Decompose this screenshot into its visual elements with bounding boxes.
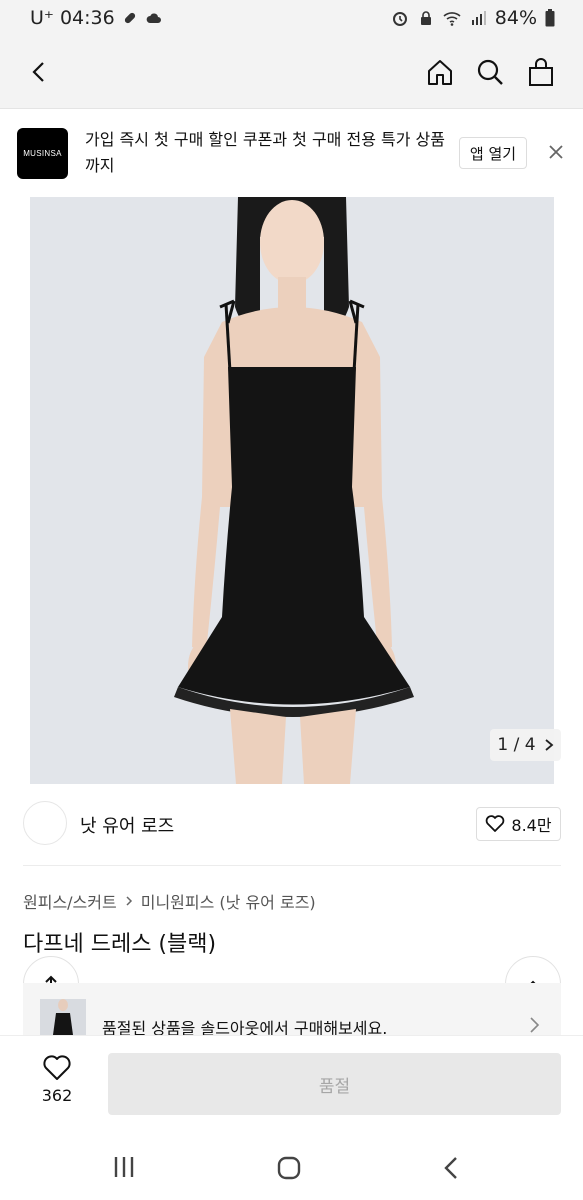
battery-percent: 84% — [494, 7, 537, 29]
home-circle-icon — [277, 1156, 301, 1180]
close-icon — [549, 145, 563, 159]
recent-apps-icon — [114, 1157, 134, 1177]
breadcrumb-child[interactable]: 미니원피스 (낫 유어 로즈) — [141, 889, 316, 913]
breadcrumb: 원피스/스커트 미니원피스 (낫 유어 로즈) — [23, 889, 316, 913]
search-icon — [477, 59, 503, 85]
home-system-button[interactable] — [276, 1155, 302, 1185]
banner-close-button[interactable] — [545, 141, 567, 163]
signal-icon — [471, 11, 486, 25]
wishlist-button[interactable]: 362 — [30, 1054, 84, 1105]
alarm-icon — [392, 12, 407, 26]
soldout-arrow — [524, 1015, 544, 1035]
image-counter: 1 / 4 — [497, 735, 536, 755]
cloud-sync-icon — [146, 13, 161, 23]
cart-button[interactable] — [521, 52, 561, 92]
status-right: 84% — [391, 7, 555, 29]
chevron-left-icon — [32, 62, 44, 82]
heart-outline-icon — [486, 815, 505, 832]
home-icon — [428, 60, 452, 85]
soldout-purchase-button[interactable]: 품절 — [108, 1053, 561, 1115]
brand-like-button[interactable]: 8.4만 — [476, 807, 561, 841]
clock: 04:36 — [59, 7, 115, 29]
home-button[interactable] — [420, 52, 460, 92]
wifi-icon — [443, 12, 461, 26]
model-photo — [30, 197, 554, 784]
top-nav-bar — [0, 36, 583, 109]
system-back-button[interactable] — [440, 1155, 464, 1185]
heart-icon — [43, 1055, 71, 1080]
lock-icon — [420, 11, 431, 25]
product-title: 다프네 드레스 (블랙) — [23, 932, 217, 957]
dress-thumbnail — [40, 999, 86, 1035]
chevron-right-icon — [126, 896, 132, 906]
back-arrow-icon — [444, 1157, 457, 1179]
open-app-button[interactable]: 앱 열기 — [459, 137, 527, 169]
search-button[interactable] — [470, 52, 510, 92]
chevron-right-icon — [545, 739, 553, 751]
carrier-label: U⁺ — [30, 7, 54, 29]
status-bar: U⁺ 04:36 84% — [0, 0, 583, 36]
battery-icon — [545, 9, 555, 27]
divider — [23, 865, 561, 866]
pill-icon — [124, 12, 135, 24]
shopping-bag-icon — [529, 58, 553, 86]
image-counter-button[interactable]: 1 / 4 — [490, 729, 561, 761]
status-left: U⁺ 04:36 — [30, 7, 163, 29]
brand-avatar[interactable] — [23, 801, 67, 845]
product-image[interactable] — [30, 197, 554, 784]
wishlist-count: 362 — [41, 1086, 73, 1105]
chevron-right-icon — [530, 1017, 540, 1033]
musinsa-logo: MUSINSA — [17, 128, 68, 179]
breadcrumb-parent[interactable]: 원피스/스커트 — [23, 889, 117, 913]
banner-message: 가입 즉시 첫 구매 할인 쿠폰과 첫 구매 전용 특가 상품까지 — [85, 130, 445, 175]
back-button[interactable] — [20, 52, 60, 92]
brand-name[interactable]: 낫 유어 로즈 — [80, 812, 174, 838]
brand-like-count: 8.4만 — [511, 816, 552, 835]
system-navigation-bar — [0, 1135, 583, 1200]
recent-apps-button[interactable] — [110, 1155, 138, 1183]
soldout-thumbnail — [40, 999, 86, 1035]
